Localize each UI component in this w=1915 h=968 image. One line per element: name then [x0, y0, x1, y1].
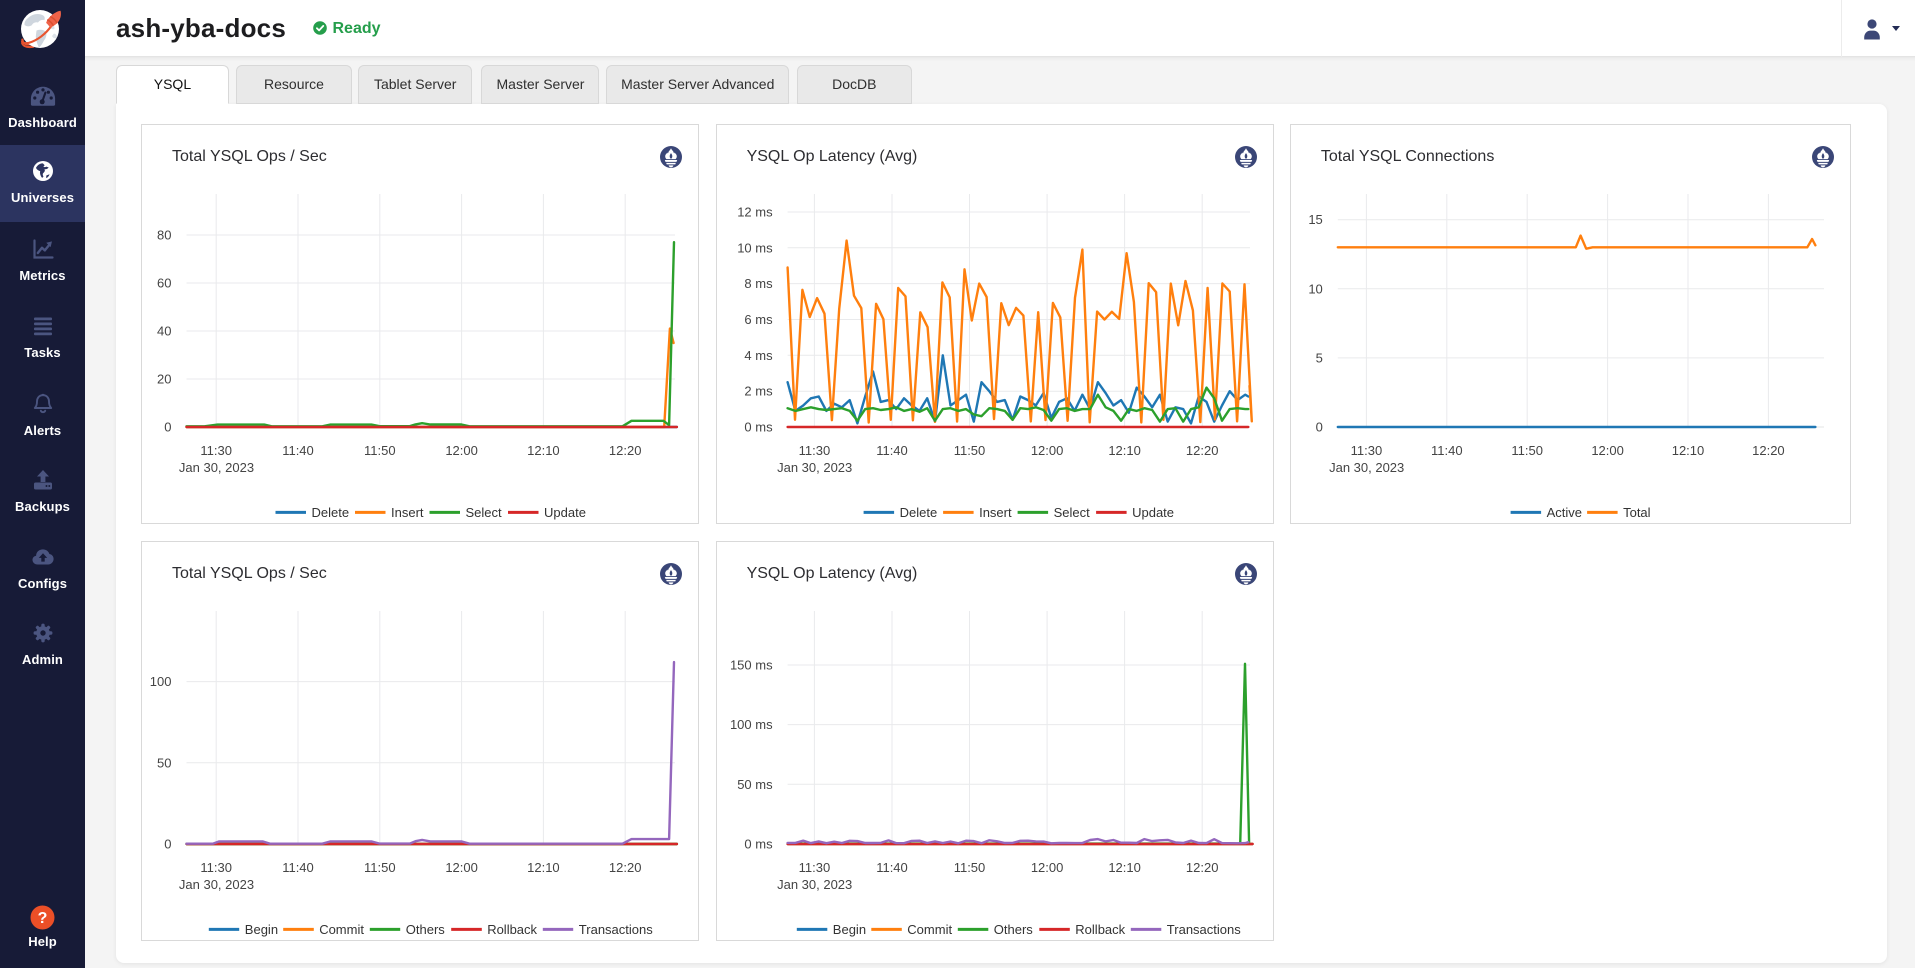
svg-text:Rollback: Rollback [488, 922, 538, 937]
svg-text:12:20: 12:20 [1186, 860, 1219, 875]
svg-text:11:50: 11:50 [364, 443, 396, 458]
svg-text:11:30: 11:30 [201, 860, 233, 875]
svg-text:Commit: Commit [320, 922, 365, 937]
svg-text:?: ? [38, 910, 48, 927]
svg-text:Transactions: Transactions [579, 922, 653, 937]
svg-text:11:30: 11:30 [201, 443, 233, 458]
svg-text:11:50: 11:50 [954, 860, 986, 875]
svg-text:100: 100 [150, 674, 172, 689]
svg-text:12:20: 12:20 [1186, 443, 1219, 458]
svg-text:100 ms: 100 ms [730, 717, 773, 732]
svg-text:Delete: Delete [312, 505, 350, 520]
svg-text:12:10: 12:10 [1672, 443, 1705, 458]
svg-text:Jan 30, 2023: Jan 30, 2023 [777, 877, 852, 892]
svg-text:8 ms: 8 ms [745, 276, 774, 291]
svg-text:12 ms: 12 ms [737, 205, 773, 220]
svg-text:0: 0 [165, 420, 172, 435]
svg-text:Jan 30, 2023: Jan 30, 2023 [1329, 460, 1404, 475]
svg-text:11:50: 11:50 [954, 443, 986, 458]
svg-text:Insert: Insert [979, 505, 1012, 520]
svg-text:12:00: 12:00 [446, 860, 479, 875]
svg-text:11:40: 11:40 [283, 860, 315, 875]
svg-text:Jan 30, 2023: Jan 30, 2023 [777, 460, 852, 475]
svg-text:150 ms: 150 ms [730, 658, 773, 673]
svg-text:12:00: 12:00 [1031, 443, 1064, 458]
svg-text:Update: Update [1132, 505, 1174, 520]
svg-text:Update: Update [544, 505, 586, 520]
svg-text:Others: Others [994, 922, 1034, 937]
svg-text:10 ms: 10 ms [737, 240, 773, 255]
svg-text:12:10: 12:10 [1108, 860, 1141, 875]
svg-text:80: 80 [158, 228, 172, 243]
svg-text:12:00: 12:00 [1031, 860, 1064, 875]
svg-text:Total: Total [1623, 505, 1651, 520]
svg-text:12:20: 12:20 [1753, 443, 1786, 458]
svg-text:11:40: 11:40 [876, 443, 908, 458]
svg-text:12:00: 12:00 [1592, 443, 1625, 458]
svg-text:Begin: Begin [833, 922, 866, 937]
svg-text:12:20: 12:20 [609, 860, 642, 875]
svg-text:50 ms: 50 ms [737, 777, 773, 792]
svg-text:0 ms: 0 ms [745, 837, 774, 852]
svg-text:11:30: 11:30 [799, 443, 831, 458]
svg-text:12:00: 12:00 [446, 443, 479, 458]
svg-text:Delete: Delete [900, 505, 938, 520]
svg-text:60: 60 [158, 276, 172, 291]
svg-text:Active: Active [1547, 505, 1582, 520]
svg-text:Transactions: Transactions [1167, 922, 1241, 937]
svg-text:Others: Others [406, 922, 446, 937]
svg-text:12:10: 12:10 [528, 443, 561, 458]
svg-text:Select: Select [466, 505, 503, 520]
svg-text:50: 50 [158, 755, 172, 770]
svg-text:4 ms: 4 ms [745, 348, 774, 363]
svg-text:Jan 30, 2023: Jan 30, 2023 [179, 877, 254, 892]
svg-text:2 ms: 2 ms [745, 384, 774, 399]
svg-text:0 ms: 0 ms [745, 420, 774, 435]
svg-text:Rollback: Rollback [1075, 922, 1125, 937]
svg-text:11:40: 11:40 [1431, 443, 1463, 458]
svg-text:12:10: 12:10 [528, 860, 561, 875]
svg-text:11:50: 11:50 [364, 860, 396, 875]
svg-text:5: 5 [1316, 350, 1323, 365]
svg-text:12:20: 12:20 [609, 443, 642, 458]
svg-text:Select: Select [1054, 505, 1091, 520]
svg-text:Jan 30, 2023: Jan 30, 2023 [179, 460, 254, 475]
svg-text:Insert: Insert [391, 505, 424, 520]
svg-text:Begin: Begin [245, 922, 278, 937]
svg-text:20: 20 [158, 372, 172, 387]
svg-text:15: 15 [1309, 212, 1323, 227]
svg-text:0: 0 [165, 837, 172, 852]
svg-text:11:40: 11:40 [876, 860, 908, 875]
svg-text:6 ms: 6 ms [745, 312, 774, 327]
svg-text:11:40: 11:40 [283, 443, 315, 458]
svg-text:0: 0 [1316, 420, 1323, 435]
svg-text:40: 40 [158, 324, 172, 339]
svg-text:Commit: Commit [907, 922, 952, 937]
svg-text:11:50: 11:50 [1512, 443, 1544, 458]
svg-text:11:30: 11:30 [1351, 443, 1383, 458]
svg-text:12:10: 12:10 [1108, 443, 1141, 458]
svg-text:11:30: 11:30 [799, 860, 831, 875]
svg-text:10: 10 [1309, 281, 1323, 296]
